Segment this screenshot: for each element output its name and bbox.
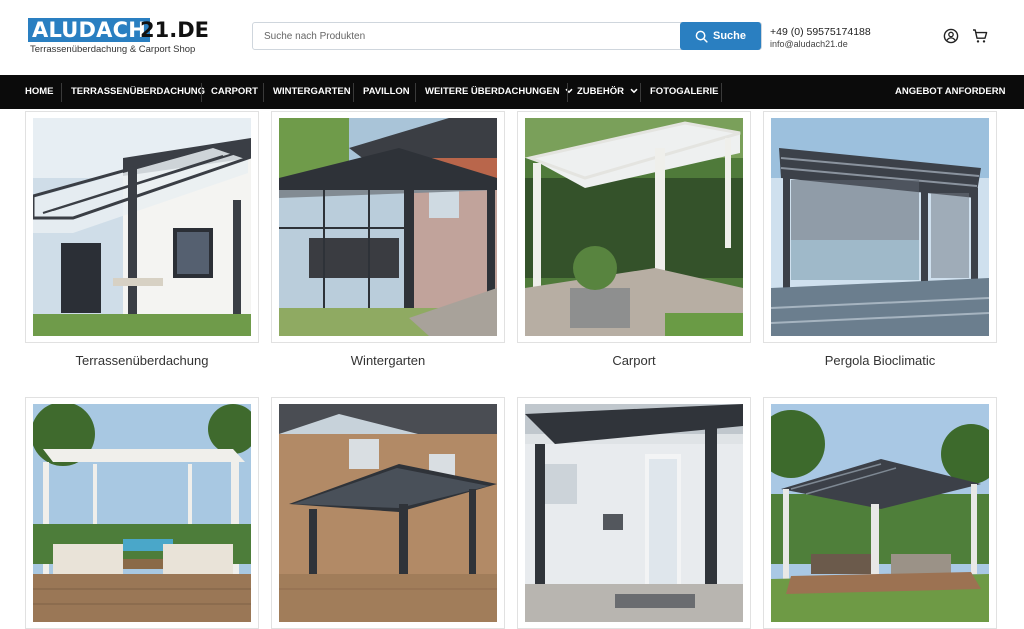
- contact-info: +49 (0) 59575174188 info@aludach21.de: [770, 26, 871, 50]
- nav-divider: [721, 83, 722, 102]
- product-image: [279, 118, 497, 336]
- category-caption[interactable]: Terrassenüberdachung: [25, 353, 259, 368]
- product-image: [771, 404, 989, 622]
- search-bar: Suche: [252, 22, 762, 50]
- nav-carport[interactable]: CARPORT: [211, 75, 258, 109]
- category-card[interactable]: [271, 397, 505, 629]
- product-image: [525, 118, 743, 336]
- category-caption[interactable]: Carport: [517, 353, 751, 368]
- category-card[interactable]: [517, 111, 751, 343]
- chevron-down-icon: [630, 89, 638, 94]
- request-offer-button[interactable]: ANGEBOT ANFORDERN: [895, 75, 1005, 109]
- nav-divider: [567, 83, 568, 102]
- phone-number[interactable]: +49 (0) 59575174188: [770, 26, 871, 38]
- logo-main: ALUDACH: [28, 18, 151, 42]
- nav-weitere-label: WEITERE ÜBERDACHUNGEN: [425, 86, 560, 97]
- nav-divider: [263, 83, 264, 102]
- category-caption[interactable]: Pergola Bioclimatic: [763, 353, 997, 368]
- category-caption[interactable]: Wintergarten: [271, 353, 505, 368]
- product-image: [279, 404, 497, 622]
- search-button-label: Suche: [712, 30, 746, 42]
- site-logo[interactable]: ALUDACH 21.DE Terrassenüberdachung & Car…: [28, 18, 209, 58]
- nav-divider: [415, 83, 416, 102]
- category-card[interactable]: [517, 397, 751, 629]
- category-card[interactable]: [763, 397, 997, 629]
- product-image: [771, 118, 989, 336]
- category-card[interactable]: [763, 111, 997, 343]
- nav-zubehoer-label: ZUBEHÖR: [577, 86, 624, 97]
- nav-terrassenueberdachung[interactable]: TERRASSENÜBERDACHUNG: [71, 75, 205, 109]
- product-image: [33, 404, 251, 622]
- nav-divider: [201, 83, 202, 102]
- nav-zubehoer[interactable]: ZUBEHÖR: [577, 75, 638, 109]
- product-image: [33, 118, 251, 336]
- site-header: ALUDACH 21.DE Terrassenüberdachung & Car…: [0, 0, 1024, 75]
- category-card[interactable]: [25, 111, 259, 343]
- nav-divider: [353, 83, 354, 102]
- nav-weitere-ueberdachungen[interactable]: WEITERE ÜBERDACHUNGEN: [425, 75, 573, 109]
- nav-pavillon[interactable]: PAVILLON: [363, 75, 410, 109]
- search-icon: [695, 30, 708, 43]
- email-address[interactable]: info@aludach21.de: [770, 38, 871, 50]
- cart-icon[interactable]: [972, 28, 988, 44]
- category-card[interactable]: [271, 111, 505, 343]
- search-input[interactable]: [253, 23, 681, 49]
- nav-fotogalerie[interactable]: FOTOGALERIE: [650, 75, 718, 109]
- nav-divider: [61, 83, 62, 102]
- logo-tagline: Terrassenüberdachung & Carport Shop: [30, 44, 196, 55]
- category-card[interactable]: [25, 397, 259, 629]
- search-button[interactable]: Suche: [680, 22, 761, 50]
- logo-tld: 21.DE: [140, 18, 209, 42]
- nav-wintergarten[interactable]: WINTERGARTEN: [273, 75, 351, 109]
- product-image: [525, 404, 743, 622]
- nav-home[interactable]: HOME: [25, 75, 54, 109]
- account-icon[interactable]: [943, 28, 959, 44]
- main-navigation: HOME TERRASSENÜBERDACHUNG CARPORT WINTER…: [0, 75, 1024, 109]
- nav-divider: [640, 83, 641, 102]
